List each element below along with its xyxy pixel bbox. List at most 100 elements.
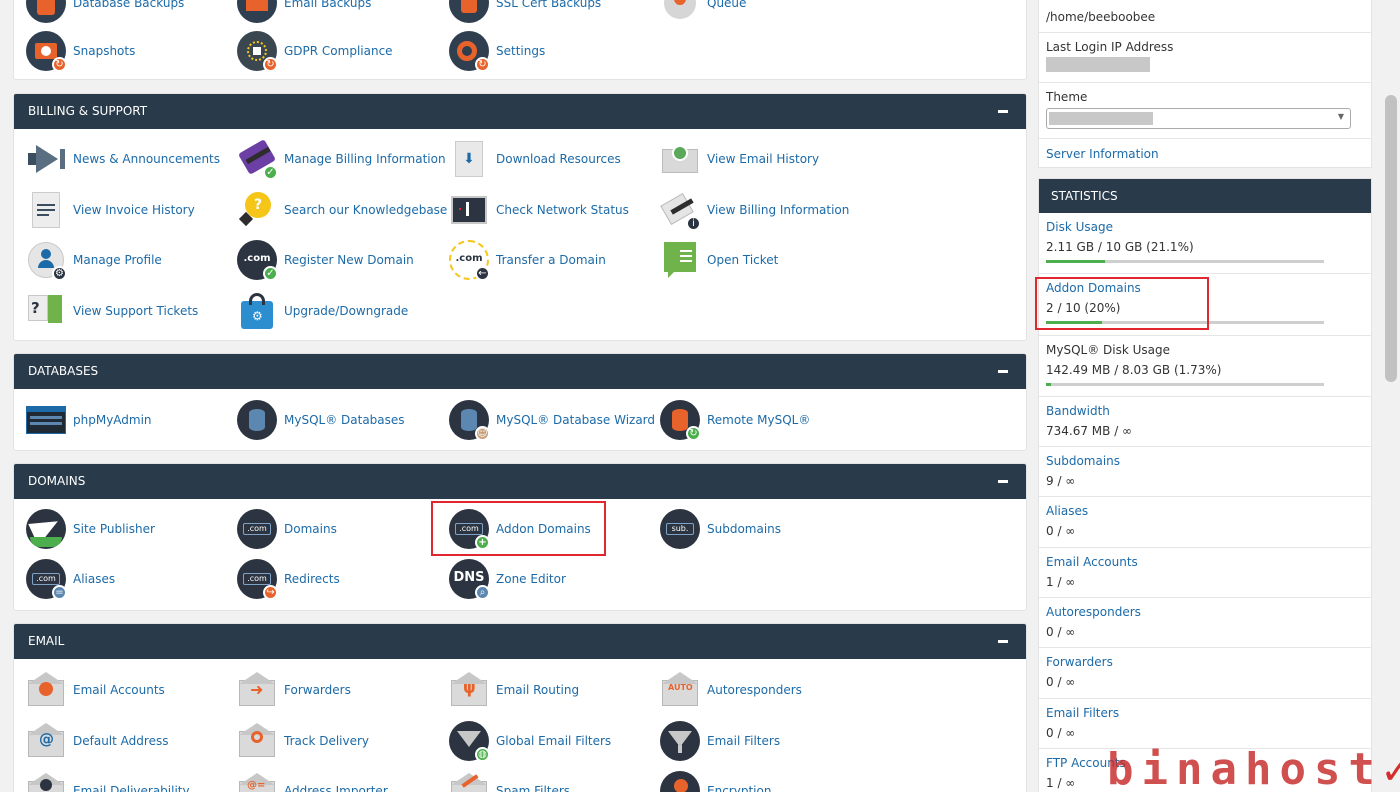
collapse-icon[interactable] <box>998 480 1008 483</box>
shopping-bag-icon: ⚙ <box>237 291 277 331</box>
email-deliverability-item[interactable]: Email Deliverability <box>26 767 226 792</box>
mysql-database-wizard-item[interactable]: ☺ MySQL® Database Wizard <box>449 396 659 444</box>
track-delivery-item[interactable]: Track Delivery <box>237 717 437 765</box>
gdpr-compliance-item[interactable]: ↻ GDPR Compliance <box>237 27 437 75</box>
collapse-icon[interactable] <box>998 110 1008 113</box>
theme-row: Theme ▼ <box>1039 83 1371 139</box>
phpmyadmin-item[interactable]: phpMyAdmin <box>26 396 226 444</box>
email-routing-label: Email Routing <box>496 683 580 697</box>
view-invoice-history-item[interactable]: View Invoice History <box>26 186 226 234</box>
email-routing-item[interactable]: ψ Email Routing <box>449 666 649 714</box>
email-backups-item[interactable]: Email Backups <box>237 0 437 27</box>
subdomains-item[interactable]: sub. Subdomains <box>660 505 860 553</box>
stat-value: 1 / ∞ <box>1046 776 1076 790</box>
encryption-item[interactable]: Encryption <box>660 767 860 792</box>
track-delivery-icon <box>237 721 277 761</box>
settings-label: Settings <box>496 44 546 58</box>
collapse-icon[interactable] <box>998 370 1008 373</box>
manage-billing-item[interactable]: ✓ Manage Billing Information <box>237 135 447 183</box>
register-domain-icon: .com ✓ <box>237 240 278 281</box>
email-filters-item[interactable]: Email Filters <box>660 717 860 765</box>
global-email-filters-label: Global Email Filters <box>496 734 612 748</box>
theme-value-redacted <box>1049 112 1153 125</box>
last-login-ip-redacted <box>1046 57 1150 72</box>
view-support-tickets-item[interactable]: ? View Support Tickets <box>26 287 226 335</box>
stat-label[interactable]: Autoresponders <box>1046 605 1141 619</box>
usage-progress-bar <box>1046 260 1324 263</box>
transfer-domain-item[interactable]: .com ← Transfer a Domain <box>449 236 649 284</box>
default-address-item[interactable]: @ Default Address <box>26 717 226 765</box>
aliases-label: Aliases <box>73 572 116 586</box>
stat-label[interactable]: Forwarders <box>1046 655 1113 669</box>
zone-editor-item[interactable]: DNS ⌕ Zone Editor <box>449 555 649 603</box>
domains-item[interactable]: .com Domains <box>237 505 437 553</box>
email-accounts-item[interactable]: Email Accounts <box>26 666 226 714</box>
view-invoice-history-label: View Invoice History <box>73 203 195 217</box>
deliverability-icon <box>26 771 66 792</box>
email-backups-label: Email Backups <box>284 0 372 10</box>
manage-billing-label: Manage Billing Information <box>284 152 446 166</box>
view-email-history-item[interactable]: View Email History <box>660 135 860 183</box>
ssl-cert-backups-item[interactable]: SSL Cert Backups <box>449 0 649 27</box>
scrollbar-thumb[interactable] <box>1385 95 1397 382</box>
stat-value: 0 / ∞ <box>1046 726 1076 740</box>
stat-value: 0 / ∞ <box>1046 675 1076 689</box>
check-network-status-item[interactable]: Check Network Status <box>449 186 649 234</box>
address-importer-item[interactable]: @= Address Importer <box>237 767 437 792</box>
billing-support-header[interactable]: BILLING & SUPPORT <box>14 94 1026 129</box>
aliases-item[interactable]: .com = Aliases <box>26 555 226 603</box>
queue-item[interactable]: Queue <box>660 0 860 27</box>
last-login-label: Last Login IP Address <box>1046 40 1174 54</box>
forwarders-item[interactable]: ➜ Forwarders <box>237 666 437 714</box>
phpmyadmin-icon <box>26 400 66 440</box>
stat-label[interactable]: Email Filters <box>1046 706 1119 720</box>
snapshots-item[interactable]: ↻ Snapshots <box>26 27 226 75</box>
theme-select[interactable]: ▼ <box>1046 108 1351 129</box>
remote-mysql-label: Remote MySQL® <box>707 413 811 427</box>
site-publisher-item[interactable]: Site Publisher <box>26 505 226 553</box>
address-importer-icon: @= <box>237 771 277 792</box>
view-support-tickets-label: View Support Tickets <box>73 304 199 318</box>
stat-label[interactable]: Bandwidth <box>1046 404 1110 418</box>
track-delivery-label: Track Delivery <box>284 734 370 748</box>
check-mark-icon: ✓ <box>1383 744 1400 792</box>
redirects-label: Redirects <box>284 572 340 586</box>
watermark-text: binahost <box>1107 744 1383 792</box>
mysql-databases-item[interactable]: MySQL® Databases <box>237 396 437 444</box>
email-header[interactable]: EMAIL <box>14 624 1026 659</box>
settings-item[interactable]: ↻ Settings <box>449 27 649 75</box>
databases-title: DATABASES <box>28 364 99 378</box>
queue-icon <box>660 0 700 23</box>
spam-filters-item[interactable]: Spam Filters <box>449 767 649 792</box>
news-announcements-label: News & Announcements <box>73 152 220 166</box>
domains-icon: .com <box>237 509 277 549</box>
download-resources-item[interactable]: ⬇ Download Resources <box>449 135 649 183</box>
ssl-backups-icon <box>449 0 489 23</box>
zone-editor-label: Zone Editor <box>496 572 566 586</box>
search-knowledgebase-item[interactable]: ? Search our Knowledgebase <box>237 186 447 234</box>
credit-card-icon: ✓ <box>237 139 278 180</box>
stat-label[interactable]: Disk Usage <box>1046 220 1113 234</box>
open-ticket-item[interactable]: Open Ticket <box>660 236 860 284</box>
server-information-link[interactable]: Server Information <box>1046 147 1159 161</box>
remote-mysql-item[interactable]: ↻ Remote MySQL® <box>660 396 860 444</box>
dns-zone-icon: DNS ⌕ <box>449 559 490 600</box>
collapse-icon[interactable] <box>998 640 1008 643</box>
aliases-icon: .com = <box>26 559 67 600</box>
stat-label[interactable]: Aliases <box>1046 504 1088 518</box>
stat-label[interactable]: Email Accounts <box>1046 555 1138 569</box>
upgrade-downgrade-item[interactable]: ⚙ Upgrade/Downgrade <box>237 287 447 335</box>
view-billing-info-item[interactable]: i View Billing Information <box>660 186 860 234</box>
stat-label[interactable]: Subdomains <box>1046 454 1120 468</box>
news-announcements-item[interactable]: News & Announcements <box>26 135 226 183</box>
global-email-filters-item[interactable]: ◍ Global Email Filters <box>449 717 649 765</box>
database-backups-item[interactable]: Database Backups <box>26 0 226 27</box>
megaphone-icon <box>26 139 66 179</box>
register-new-domain-item[interactable]: .com ✓ Register New Domain <box>237 236 447 284</box>
redirects-item[interactable]: .com ↪ Redirects <box>237 555 437 603</box>
domains-header[interactable]: DOMAINS <box>14 464 1026 499</box>
manage-profile-item[interactable]: ⚙ Manage Profile <box>26 236 226 284</box>
domains-label: Domains <box>284 522 337 536</box>
autoresponders-item[interactable]: AUTO Autoresponders <box>660 666 860 714</box>
databases-header[interactable]: DATABASES <box>14 354 1026 389</box>
